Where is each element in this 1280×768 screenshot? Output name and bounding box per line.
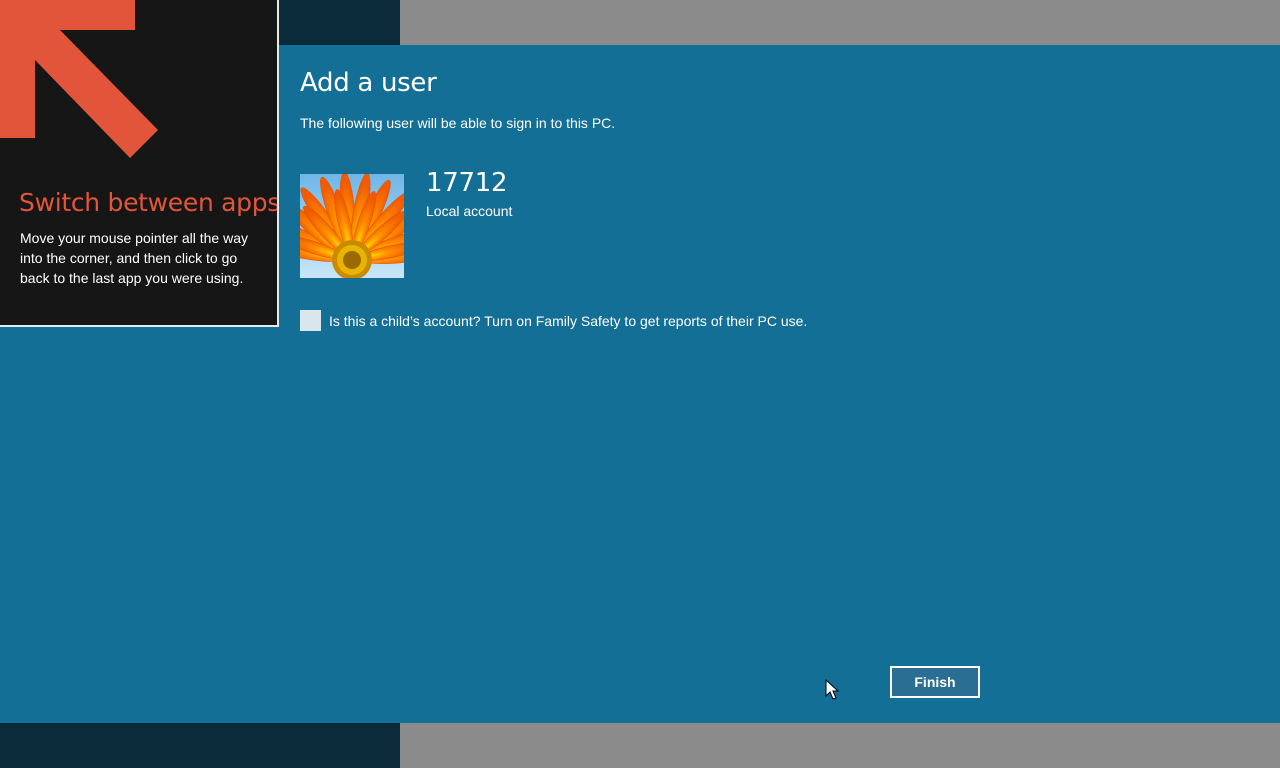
switch-apps-tip: Switch between apps Move your mouse poin… bbox=[0, 0, 279, 327]
flower-picture-icon bbox=[300, 174, 404, 278]
corner-arrow-icon bbox=[0, 0, 158, 158]
tip-title: Switch between apps bbox=[19, 188, 279, 217]
mouse-pointer-icon bbox=[825, 679, 840, 700]
account-type: Local account bbox=[426, 203, 513, 219]
screen: Add a user The following user will be ab… bbox=[0, 0, 1280, 768]
user-name: 17712 bbox=[426, 168, 508, 198]
tip-body: Move your mouse pointer all the way into… bbox=[20, 230, 248, 286]
user-avatar bbox=[300, 174, 404, 278]
page-title: Add a user bbox=[300, 68, 437, 98]
finish-button[interactable]: Finish bbox=[890, 666, 980, 698]
child-account-label[interactable]: Is this a child’s account? Turn on Famil… bbox=[329, 313, 807, 329]
child-account-checkbox[interactable] bbox=[300, 310, 321, 331]
page-subtitle: The following user will be able to sign … bbox=[300, 115, 616, 131]
